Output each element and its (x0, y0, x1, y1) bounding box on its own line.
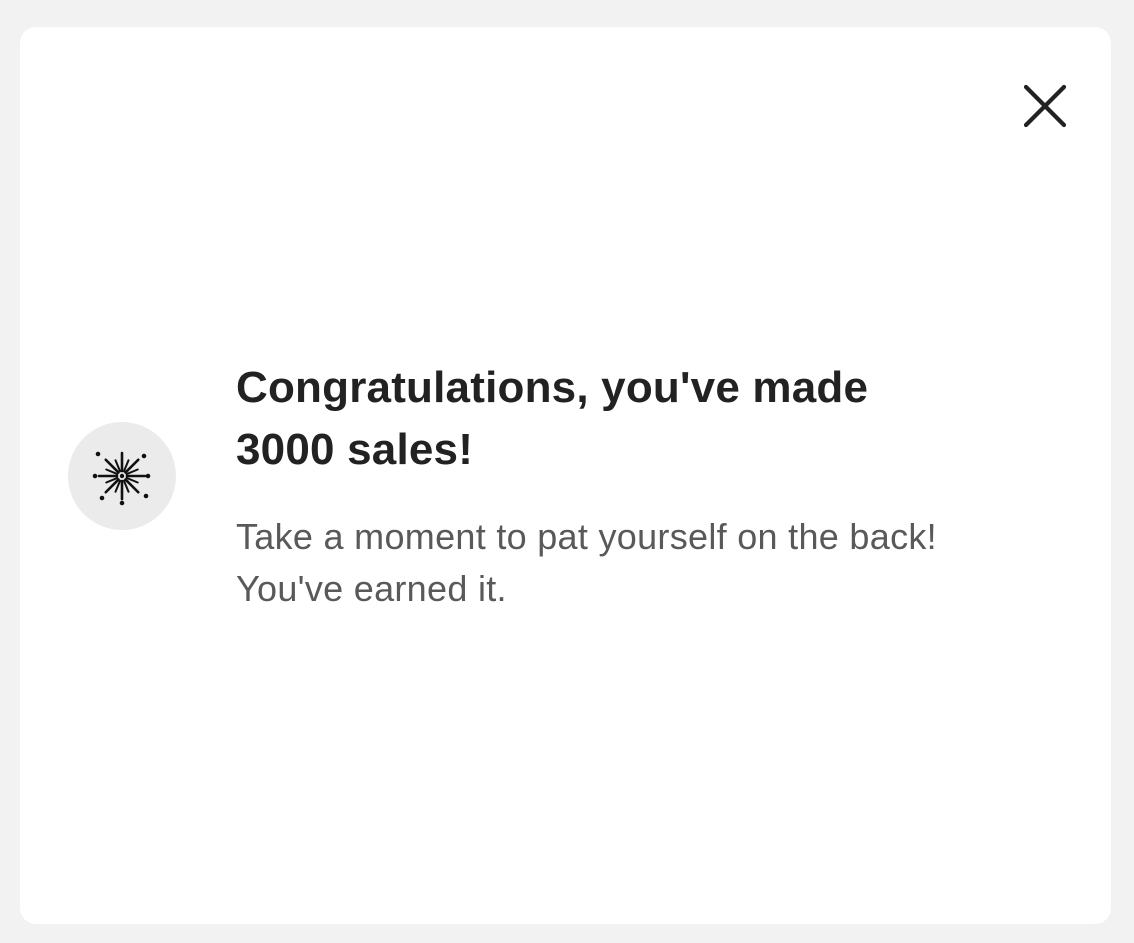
close-button[interactable] (1016, 77, 1074, 135)
dialog-message: Take a moment to pat yourself on the bac… (236, 511, 1066, 615)
celebration-badge (68, 422, 176, 530)
close-icon (1023, 84, 1067, 128)
fireworks-icon (92, 451, 151, 506)
dialog-message-line-1: Take a moment to pat yourself on the bac… (236, 516, 937, 557)
dialog-title-line-1: Congratulations, you've made (236, 363, 869, 412)
dialog-message-line-2: You've earned it. (236, 568, 507, 609)
dialog-title-line-2: 3000 sales! (236, 425, 474, 474)
dialog-title: Congratulations, you've made 3000 sales! (236, 357, 1066, 481)
congratulations-dialog: Congratulations, you've made 3000 sales!… (20, 27, 1111, 924)
message-content: Congratulations, you've made 3000 sales!… (236, 357, 1066, 615)
